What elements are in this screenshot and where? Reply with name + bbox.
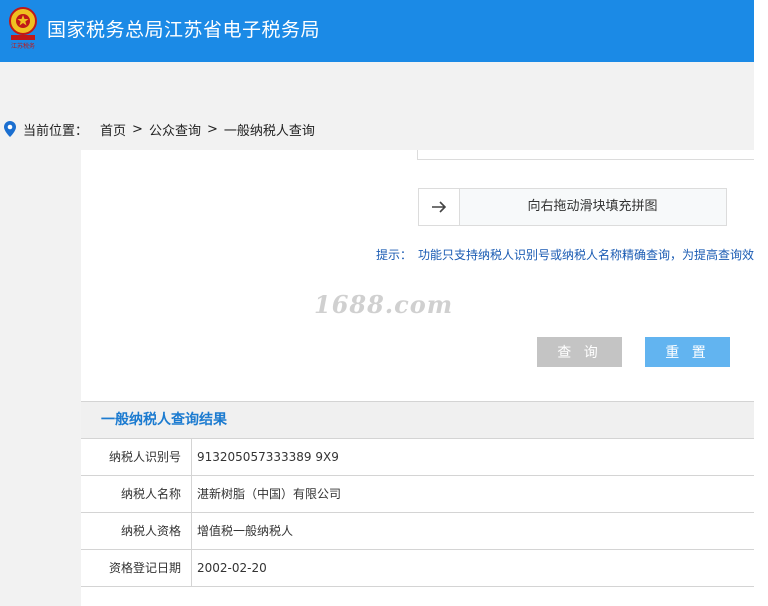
slider-text: 向右拖动滑块填充拼图 xyxy=(527,199,658,214)
table-row: 纳税人资格 增值税一般纳税人 xyxy=(81,513,754,550)
site-title[interactable]: 国家税务总局江苏省电子税务局 xyxy=(47,16,320,44)
row-value: 2002-02-20 xyxy=(197,561,267,575)
main-content: 向右拖动滑块填充拼图 提示： 功能只支持纳税人识别号或纳税人名称精确查询，为提高查… xyxy=(81,150,756,606)
results-title: 一般纳税人查询结果 xyxy=(81,401,754,439)
table-row: 纳税人识别号 913205057333389 9X9 xyxy=(81,439,754,476)
breadcrumb-separator: > xyxy=(132,121,143,137)
row-label: 纳税人识别号 xyxy=(81,439,192,475)
table-row: 资格登记日期 2002-02-20 xyxy=(81,550,754,587)
row-label: 纳税人名称 xyxy=(81,476,192,512)
page-scrollbar[interactable] xyxy=(754,0,768,606)
row-value: 913205057333389 9X9 xyxy=(197,450,339,464)
breadcrumb-current: 一般纳税人查询 xyxy=(223,123,315,139)
arrow-right-icon xyxy=(432,201,447,213)
breadcrumb: 当前位置： 首页 > 公众查询 > 一般纳税人查询 xyxy=(4,118,315,140)
captcha-input[interactable] xyxy=(417,150,756,160)
slider-handle[interactable] xyxy=(419,189,460,225)
watermark: 1688.com xyxy=(314,290,454,319)
hint-label: 提示： xyxy=(376,248,413,262)
site-header: 江苏税务 国家税务总局江苏省电子税务局 xyxy=(0,0,754,62)
results-table: 一般纳税人查询结果 纳税人识别号 913205057333389 9X9 纳税人… xyxy=(81,401,754,587)
row-label: 资格登记日期 xyxy=(81,550,192,586)
breadcrumb-label: 当前位置： xyxy=(23,123,89,139)
reset-button[interactable]: 重 置 xyxy=(645,337,730,367)
breadcrumb-home[interactable]: 首页 xyxy=(100,120,126,139)
row-value: 湛新树脂（中国）有限公司 xyxy=(197,487,342,501)
breadcrumb-separator: > xyxy=(206,121,218,137)
breadcrumb-public-query[interactable]: 公众查询 xyxy=(149,120,201,139)
location-pin-icon xyxy=(4,121,16,137)
row-label: 纳税人资格 xyxy=(81,513,192,549)
query-hint: 提示： 功能只支持纳税人识别号或纳税人名称精确查询，为提高查询效 xyxy=(376,246,754,263)
logo-caption: 江苏税务 xyxy=(10,43,35,50)
table-row: 纳税人名称 湛新树脂（中国）有限公司 xyxy=(81,476,754,513)
row-value: 增值税一般纳税人 xyxy=(197,524,294,538)
slider-captcha[interactable]: 向右拖动滑块填充拼图 xyxy=(418,188,727,226)
query-button[interactable]: 查 询 xyxy=(537,337,622,367)
hint-text: 功能只支持纳税人识别号或纳税人名称精确查询，为提高查询效 xyxy=(418,248,754,262)
